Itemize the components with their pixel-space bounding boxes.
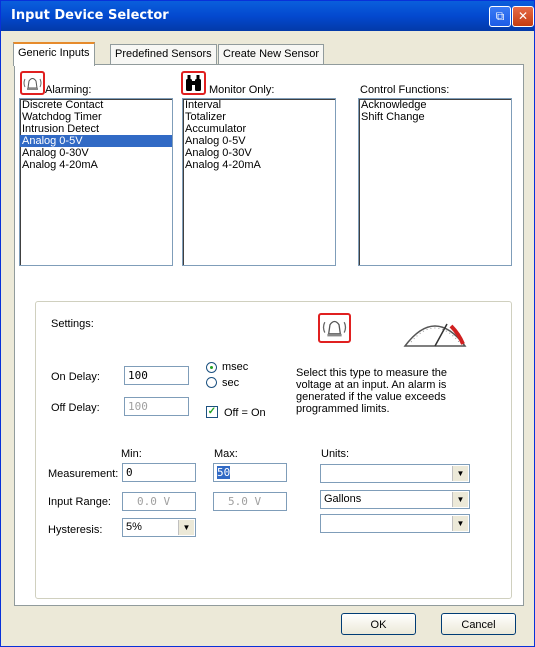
restore-icon: ⧉ bbox=[495, 9, 505, 23]
off-delay-value: 100 bbox=[128, 400, 148, 413]
close-button[interactable]: ✕ bbox=[512, 6, 534, 27]
input-range-label: Input Range: bbox=[48, 496, 111, 508]
monitor-list-item[interactable]: Analog 0-5V bbox=[183, 135, 335, 147]
units-label: Units: bbox=[321, 448, 350, 460]
title-bar[interactable]: Input Device Selector ⧉ ✕ bbox=[1, 1, 534, 31]
settings-group: Settings: On Delay: 100 Off Delay: 100 m… bbox=[35, 301, 512, 599]
window-title: Input Device Selector bbox=[11, 8, 169, 23]
monitor-list-item[interactable]: Analog 0-30V bbox=[183, 147, 335, 159]
units-select-1[interactable]: ▼ bbox=[320, 464, 470, 483]
max-label: Max: bbox=[214, 448, 238, 460]
alarming-list-item[interactable]: Intrusion Detect bbox=[20, 123, 172, 135]
on-delay-label: On Delay: bbox=[51, 371, 100, 383]
off-equals-on-checkbox[interactable]: ✓ bbox=[206, 406, 218, 418]
monitor-icon-button[interactable] bbox=[181, 71, 206, 95]
alarming-list-item[interactable]: Analog 0-30V bbox=[20, 147, 172, 159]
tab-predefined-sensors[interactable]: Predefined Sensors bbox=[110, 44, 217, 64]
gauge-icon bbox=[403, 323, 467, 347]
min-label: Min: bbox=[121, 448, 142, 460]
input-range-max-value: 5.0 V bbox=[228, 495, 262, 508]
sec-radio[interactable] bbox=[206, 377, 217, 388]
sec-label: sec bbox=[222, 377, 240, 389]
off-delay-input[interactable]: 100 bbox=[124, 397, 189, 416]
chevron-down-icon[interactable]: ▼ bbox=[452, 466, 468, 481]
alarming-list-item[interactable]: Analog 0-5V bbox=[20, 135, 172, 147]
tab-generic-inputs[interactable]: Generic Inputs bbox=[13, 42, 95, 66]
alarming-list-item[interactable]: Discrete Contact bbox=[20, 99, 172, 111]
measurement-min-value: 0 bbox=[126, 466, 133, 479]
alarming-label: Alarming: bbox=[45, 84, 92, 96]
chevron-down-icon[interactable]: ▼ bbox=[452, 492, 468, 507]
input-range-min-value: 0.0 V bbox=[137, 495, 171, 508]
alarming-icon-button[interactable] bbox=[20, 71, 45, 95]
measurement-max-input[interactable]: 50 bbox=[213, 463, 287, 482]
measurement-min-input[interactable]: 0 bbox=[122, 463, 196, 482]
control-functions-label: Control Functions: bbox=[360, 84, 450, 96]
monitor-only-label: Monitor Only: bbox=[209, 84, 275, 96]
measurement-label: Measurement: bbox=[48, 468, 119, 480]
control-list-item[interactable]: Acknowledge bbox=[359, 99, 511, 111]
restore-button[interactable]: ⧉ bbox=[489, 6, 511, 27]
settings-label: Settings: bbox=[51, 318, 94, 330]
hysteresis-value: 5% bbox=[126, 521, 142, 533]
ok-button[interactable]: OK bbox=[341, 613, 416, 635]
cancel-button[interactable]: Cancel bbox=[441, 613, 516, 635]
on-delay-input[interactable]: 100 bbox=[124, 366, 189, 385]
dialog-window: Input Device Selector ⧉ ✕ Generic Inputs… bbox=[0, 0, 535, 647]
alarm-type-icon bbox=[318, 313, 351, 343]
monitor-list-item[interactable]: Accumulator bbox=[183, 123, 335, 135]
control-list-item[interactable]: Shift Change bbox=[359, 111, 511, 123]
measurement-max-value: 50 bbox=[217, 466, 231, 479]
monitor-list-item[interactable]: Interval bbox=[183, 99, 335, 111]
input-range-max-input[interactable]: 5.0 V bbox=[213, 492, 287, 511]
tab-create-new-sensor[interactable]: Create New Sensor bbox=[218, 44, 324, 64]
msec-label: msec bbox=[222, 361, 249, 373]
alarming-list-item[interactable]: Watchdog Timer bbox=[20, 111, 172, 123]
type-description: Select this type to measure the voltage … bbox=[296, 367, 448, 415]
close-icon: ✕ bbox=[517, 9, 529, 23]
alarm-bell-icon bbox=[23, 77, 42, 90]
monitor-list-item[interactable]: Analog 4-20mA bbox=[183, 159, 335, 171]
alarm-bell-icon bbox=[322, 320, 347, 337]
chevron-down-icon[interactable]: ▼ bbox=[178, 520, 194, 535]
msec-radio[interactable] bbox=[206, 362, 217, 373]
alarming-list[interactable]: Discrete Contact Watchdog Timer Intrusion … bbox=[19, 98, 173, 266]
control-functions-list[interactable]: Acknowledge Shift Change bbox=[358, 98, 512, 266]
hysteresis-select[interactable]: 5% ▼ bbox=[122, 518, 196, 537]
units-select-2[interactable]: Gallons ▼ bbox=[320, 490, 470, 509]
off-equals-on-label: Off = On bbox=[224, 407, 266, 419]
monitor-only-list[interactable]: Interval Totalizer Accumulator Analog 0-5V A… bbox=[182, 98, 336, 266]
hysteresis-label: Hysteresis: bbox=[48, 524, 103, 536]
units-select-2-value: Gallons bbox=[324, 493, 362, 505]
monitor-list-item[interactable]: Totalizer bbox=[183, 111, 335, 123]
alarming-list-item[interactable]: Analog 4-20mA bbox=[20, 159, 172, 171]
generic-inputs-panel: Alarming: Discrete Contact Watchdog Timer… bbox=[14, 64, 524, 606]
units-select-3[interactable]: ▼ bbox=[320, 514, 470, 533]
input-range-min-input[interactable]: 0.0 V bbox=[122, 492, 196, 511]
off-delay-label: Off Delay: bbox=[51, 402, 100, 414]
on-delay-value: 100 bbox=[128, 369, 148, 382]
chevron-down-icon[interactable]: ▼ bbox=[452, 516, 468, 531]
binoculars-icon bbox=[186, 74, 201, 91]
